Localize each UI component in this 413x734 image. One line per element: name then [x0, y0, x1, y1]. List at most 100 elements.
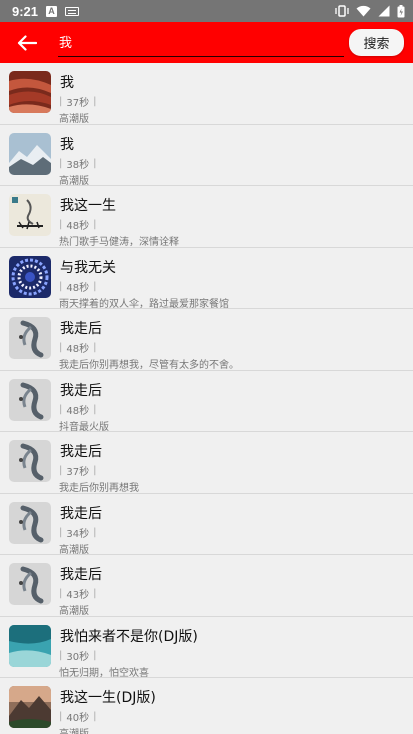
- song-meta: | 34秒 |: [59, 525, 96, 540]
- song-list-item[interactable]: 我走后 | 37秒 | 我走后你别再想我: [0, 432, 413, 494]
- song-list-item[interactable]: 我走后 | 34秒 | 高潮版: [0, 494, 413, 556]
- album-cover-art: [9, 563, 51, 605]
- song-list-item[interactable]: 我走后 | 48秒 | 抖音最火版: [0, 371, 413, 433]
- song-title: 我这一生(DJ版): [60, 690, 156, 706]
- song-description: 雨天撑着的双人伞，路过最爱那家餐馆: [59, 298, 229, 310]
- album-cover: [9, 563, 51, 605]
- song-list-item[interactable]: 我 | 38秒 | 高潮版: [0, 125, 413, 187]
- song-list-item[interactable]: 我这一生(DJ版) | 40秒 | 高潮版: [0, 678, 413, 734]
- divider: |: [59, 588, 63, 599]
- song-meta: | 43秒 |: [59, 586, 96, 601]
- search-field: [58, 27, 344, 57]
- divider: |: [93, 588, 97, 599]
- search-toolbar: 搜索: [0, 22, 413, 63]
- song-list-item[interactable]: 我走后 | 48秒 | 我走后你别再想我，尽管有太多的不舍。: [0, 309, 413, 371]
- wifi-icon: [356, 5, 371, 17]
- song-title: 我走后: [60, 321, 102, 337]
- song-duration: 43秒: [66, 590, 90, 601]
- song-title: 我怕来者不是你(DJ版): [60, 628, 198, 645]
- song-list-item[interactable]: 与我无关 | 48秒 | 雨天撑着的双人伞，路过最爱那家餐馆: [0, 248, 413, 310]
- song-meta: | 30秒 |: [59, 648, 96, 663]
- divider: |: [59, 465, 63, 476]
- song-meta: | 37秒 |: [59, 94, 96, 109]
- divider: |: [93, 711, 97, 722]
- album-cover: [9, 624, 51, 667]
- album-cover-art: [9, 624, 51, 667]
- notification-a-icon: A: [46, 5, 58, 17]
- divider: |: [59, 96, 63, 107]
- song-meta: | 48秒 |: [59, 340, 96, 355]
- signal-icon: [378, 5, 390, 17]
- song-duration: 48秒: [66, 282, 90, 294]
- song-duration: 48秒: [66, 344, 90, 355]
- song-duration: 30秒: [66, 651, 90, 663]
- album-cover-art: [9, 71, 51, 113]
- album-cover: [9, 317, 51, 359]
- song-list-item[interactable]: 我 | 37秒 | 高潮版: [0, 63, 413, 125]
- divider: |: [59, 157, 63, 169]
- song-meta: | 48秒 |: [59, 402, 96, 417]
- status-bar: 9:21 A: [0, 0, 413, 22]
- song-duration: 48秒: [66, 221, 90, 232]
- divider: |: [59, 219, 63, 230]
- album-cover-art: [9, 378, 51, 421]
- song-meta: | 37秒 |: [59, 463, 96, 478]
- divider: |: [93, 157, 97, 169]
- divider: |: [93, 219, 97, 230]
- back-button[interactable]: [0, 22, 54, 63]
- song-description: 抖音最火版: [59, 421, 109, 433]
- divider: |: [59, 649, 63, 661]
- divider: |: [93, 342, 97, 353]
- song-duration: 48秒: [66, 405, 90, 417]
- song-description: 高潮版: [59, 606, 89, 617]
- vibrate-icon: [335, 5, 349, 17]
- song-description: 热门歌手马健涛，深情诠释: [59, 237, 179, 248]
- song-duration: 37秒: [66, 98, 90, 109]
- song-list-item[interactable]: 我这一生 | 48秒 | 热门歌手马健涛，深情诠释: [0, 186, 413, 248]
- search-input[interactable]: [58, 27, 344, 56]
- album-cover: [9, 132, 51, 175]
- song-description: 高潮版: [59, 544, 89, 556]
- song-meta: | 38秒 |: [59, 156, 96, 171]
- album-cover: [9, 378, 51, 421]
- divider: |: [93, 280, 97, 292]
- song-description: 高潮版: [59, 175, 89, 187]
- song-duration: 34秒: [66, 528, 90, 540]
- song-duration: 40秒: [66, 713, 90, 724]
- song-description: 我走后你别再想我，尽管有太多的不舍。: [59, 360, 239, 371]
- divider: |: [93, 96, 97, 107]
- keyboard-icon: [65, 6, 80, 16]
- album-cover-art: [9, 501, 51, 544]
- album-cover-art: [9, 686, 51, 728]
- divider: |: [59, 711, 63, 722]
- song-description: 高潮版: [59, 114, 89, 125]
- song-description: 我走后你别再想我: [59, 483, 139, 494]
- arrow-left-icon: [17, 34, 37, 51]
- album-cover-art: [9, 317, 51, 359]
- song-meta: | 40秒 |: [59, 709, 96, 724]
- song-title: 我走后: [60, 444, 102, 460]
- search-button[interactable]: 搜索: [349, 29, 404, 56]
- song-title: 我: [60, 136, 74, 153]
- song-duration: 37秒: [66, 467, 90, 478]
- battery-icon: [397, 4, 405, 17]
- song-list-item[interactable]: 我怕来者不是你(DJ版) | 30秒 | 怕无归期，怕空欢喜: [0, 617, 413, 679]
- divider: |: [59, 403, 63, 415]
- song-title: 我走后: [60, 567, 102, 583]
- song-title: 我走后: [60, 505, 102, 522]
- song-description: 怕无归期，怕空欢喜: [59, 667, 149, 679]
- song-title: 我走后: [60, 382, 102, 399]
- divider: |: [59, 342, 63, 353]
- song-title: 与我无关: [60, 259, 116, 276]
- album-cover-art: [9, 255, 51, 298]
- album-cover-art: [9, 132, 51, 175]
- album-cover: [9, 501, 51, 544]
- divider: |: [93, 403, 97, 415]
- status-time: 9:21: [12, 3, 39, 19]
- song-list-item[interactable]: 我走后 | 43秒 | 高潮版: [0, 555, 413, 617]
- divider: |: [93, 649, 97, 661]
- album-cover: [9, 71, 51, 113]
- song-title: 我这一生: [60, 198, 116, 214]
- album-cover: [9, 440, 51, 482]
- divider: |: [59, 280, 63, 292]
